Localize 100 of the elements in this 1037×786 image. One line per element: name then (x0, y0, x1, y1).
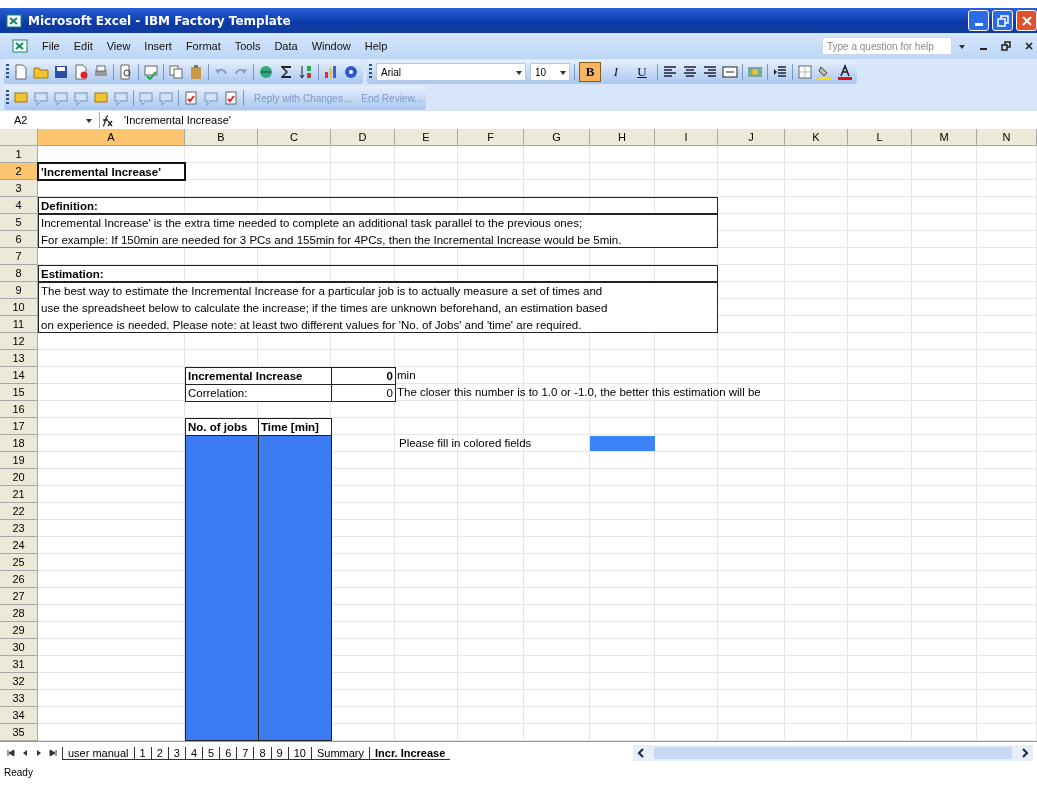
first-sheet-icon[interactable] (6, 748, 16, 758)
restore-button[interactable] (992, 10, 1013, 31)
fill-color-icon[interactable] (817, 64, 833, 80)
row-header[interactable]: 31 (0, 656, 38, 673)
sheet-tab[interactable]: 3 (167, 746, 185, 760)
sheet-tab[interactable]: 1 (133, 746, 151, 760)
new-document-icon[interactable] (13, 64, 29, 80)
column-header[interactable]: A (38, 129, 185, 146)
row-header[interactable]: 12 (0, 333, 38, 350)
spreadsheet-icon[interactable] (12, 38, 28, 54)
menu-item[interactable]: Help (364, 40, 388, 52)
column-header[interactable]: I (655, 129, 718, 146)
row-header[interactable]: 6 (0, 231, 38, 248)
menu-item[interactable]: Insert (144, 40, 172, 52)
help-search-field[interactable]: Type a question for help (822, 37, 952, 55)
row-header[interactable]: 18 (0, 435, 38, 452)
scroll-left-icon[interactable] (636, 747, 646, 759)
row-header[interactable]: 24 (0, 537, 38, 554)
row-header[interactable]: 11 (0, 316, 38, 333)
row-header[interactable]: 22 (0, 503, 38, 520)
toolbar-grip[interactable] (369, 64, 372, 80)
row-header[interactable]: 34 (0, 707, 38, 724)
sheet-tab[interactable]: 6 (219, 746, 237, 760)
sheet-tab[interactable]: 9 (270, 746, 288, 760)
sheet-tab[interactable]: 2 (150, 746, 168, 760)
align-center-icon[interactable] (682, 64, 698, 80)
row-header[interactable]: 35 (0, 724, 38, 741)
row-header[interactable]: 10 (0, 299, 38, 316)
row-header[interactable]: 28 (0, 605, 38, 622)
font-color-icon[interactable] (837, 64, 853, 80)
column-header[interactable]: M (912, 129, 977, 146)
save-icon[interactable] (53, 64, 69, 80)
row-header[interactable]: 9 (0, 282, 38, 299)
sheet-tab[interactable]: 5 (202, 746, 220, 760)
row-header[interactable]: 30 (0, 639, 38, 656)
row-header[interactable]: 2 (0, 163, 38, 180)
sheet-tab[interactable]: 8 (253, 746, 271, 760)
row-header[interactable]: 15 (0, 384, 38, 401)
globe-icon[interactable] (258, 64, 274, 80)
column-header[interactable]: D (331, 129, 395, 146)
format-button[interactable]: U (631, 62, 653, 82)
row-header[interactable]: 8 (0, 265, 38, 282)
row-header[interactable]: 14 (0, 367, 38, 384)
menu-item[interactable]: Format (185, 40, 221, 52)
column-header[interactable]: K (785, 129, 848, 146)
sum-icon[interactable] (278, 64, 294, 80)
row-header[interactable]: 17 (0, 418, 38, 435)
sheet-tab[interactable]: Summary (310, 746, 369, 760)
function-icon[interactable] (100, 113, 114, 127)
sheet-tab[interactable]: 10 (287, 746, 311, 760)
row-header[interactable]: 3 (0, 180, 38, 197)
column-header[interactable]: E (395, 129, 458, 146)
column-header[interactable]: N (977, 129, 1037, 146)
row-header[interactable]: 19 (0, 452, 38, 469)
row-header[interactable]: 7 (0, 248, 38, 265)
close-button[interactable] (1016, 10, 1037, 31)
toolbar-grip[interactable] (6, 90, 9, 106)
format-button[interactable]: I (605, 62, 627, 82)
align-left-icon[interactable] (662, 64, 678, 80)
row-header[interactable]: 5 (0, 214, 38, 231)
copy-icon[interactable] (168, 64, 184, 80)
close-icon[interactable] (1025, 42, 1033, 50)
menu-item[interactable]: Tools (234, 40, 261, 52)
menu-item[interactable]: Data (274, 40, 298, 52)
menu-item[interactable]: View (106, 40, 131, 52)
column-header[interactable]: J (718, 129, 785, 146)
font-field[interactable]: Arial (376, 63, 526, 81)
horizontal-scrollbar[interactable] (633, 745, 1033, 761)
row-header[interactable]: 25 (0, 554, 38, 571)
spelling-icon[interactable] (143, 64, 159, 80)
sort-icon[interactable] (298, 64, 314, 80)
paste-icon[interactable] (188, 64, 204, 80)
column-header[interactable]: C (258, 129, 331, 146)
last-sheet-icon[interactable] (48, 748, 58, 758)
scrollbar-thumb[interactable] (654, 747, 1012, 759)
sheet-tab[interactable]: user manual (62, 746, 134, 760)
sheet-tab[interactable]: 7 (236, 746, 254, 760)
column-header[interactable]: H (590, 129, 655, 146)
align-right-icon[interactable] (702, 64, 718, 80)
row-header[interactable]: 4 (0, 197, 38, 214)
row-header[interactable]: 13 (0, 350, 38, 367)
row-header[interactable]: 21 (0, 486, 38, 503)
input-column[interactable] (258, 435, 332, 741)
column-header[interactable]: B (185, 129, 258, 146)
help-icon[interactable] (343, 64, 359, 80)
scroll-right-icon[interactable] (1020, 747, 1030, 759)
row-header[interactable]: 29 (0, 622, 38, 639)
column-header[interactable]: G (524, 129, 590, 146)
row-header[interactable]: 23 (0, 520, 38, 537)
merge-center-icon[interactable] (722, 64, 738, 80)
row-header[interactable]: 33 (0, 690, 38, 707)
chart-icon[interactable] (323, 64, 339, 80)
sheet-tab[interactable]: Incr. Increase (369, 746, 451, 760)
row-header[interactable]: 26 (0, 571, 38, 588)
row-header[interactable]: 32 (0, 673, 38, 690)
input-column[interactable] (185, 435, 259, 741)
formula-field[interactable]: 'Incremental Increase' (124, 114, 231, 126)
format-button[interactable]: B (579, 62, 601, 82)
indent-icon[interactable] (772, 64, 788, 80)
row-header[interactable]: 1 (0, 146, 38, 163)
